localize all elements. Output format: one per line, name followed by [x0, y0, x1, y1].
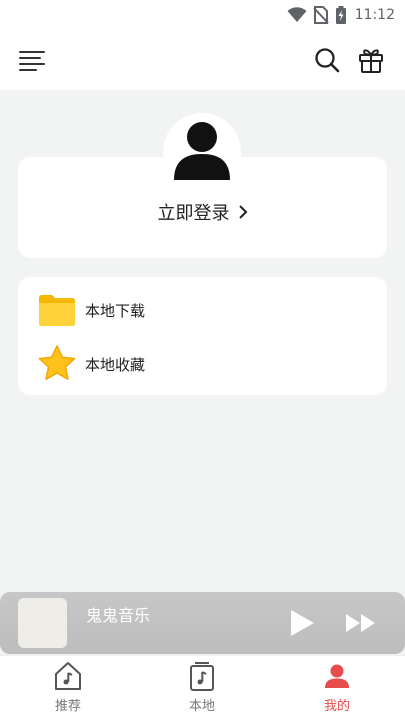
- music-file-icon: [190, 662, 214, 691]
- avatar[interactable]: [163, 113, 241, 191]
- tab-label: 本地: [188, 699, 215, 714]
- play-icon[interactable]: [287, 608, 317, 638]
- album-cover: [18, 598, 67, 648]
- folder-icon: [39, 295, 75, 326]
- tab-local[interactable]: 本地: [162, 660, 242, 718]
- home-music-icon: [55, 662, 81, 690]
- star-icon: [38, 345, 76, 380]
- tab-recommend[interactable]: 推荐: [28, 660, 108, 718]
- person-icon: [325, 664, 349, 688]
- user-avatar-icon: [174, 122, 230, 180]
- bottom-nav: 推荐 本地 我的: [0, 655, 405, 720]
- tab-label: 我的: [323, 699, 350, 714]
- chevron-right-icon: [238, 205, 247, 219]
- app-screen: 11:12 立即登录 本地下载 本地收藏 鬼鬼音乐 推荐 本地 我的: [0, 0, 405, 720]
- mini-player[interactable]: 鬼鬼音乐: [0, 592, 405, 654]
- search-icon[interactable]: [312, 45, 342, 75]
- tab-mine[interactable]: 我的: [297, 660, 377, 718]
- list-item-local-download[interactable]: 本地下载: [18, 284, 387, 336]
- list-item-label: 本地收藏: [85, 355, 146, 374]
- no-sim-icon: [312, 6, 329, 24]
- login-link[interactable]: 立即登录: [18, 197, 387, 227]
- login-label: 立即登录: [157, 203, 230, 224]
- top-bar: [0, 30, 405, 90]
- menu-list: 本地下载 本地收藏: [18, 277, 387, 395]
- list-item-local-favorites[interactable]: 本地收藏: [18, 338, 387, 390]
- wifi-icon: [287, 7, 307, 22]
- status-bar: 11:12: [0, 0, 405, 30]
- tab-label: 推荐: [54, 699, 81, 714]
- battery-charging-icon: [335, 6, 346, 24]
- menu-lines-icon[interactable]: [18, 46, 46, 74]
- status-time: 11:12: [354, 7, 395, 23]
- gift-icon[interactable]: [356, 45, 386, 75]
- list-item-label: 本地下载: [85, 301, 146, 320]
- fast-forward-icon[interactable]: [344, 610, 378, 636]
- player-title: 鬼鬼音乐: [86, 606, 151, 625]
